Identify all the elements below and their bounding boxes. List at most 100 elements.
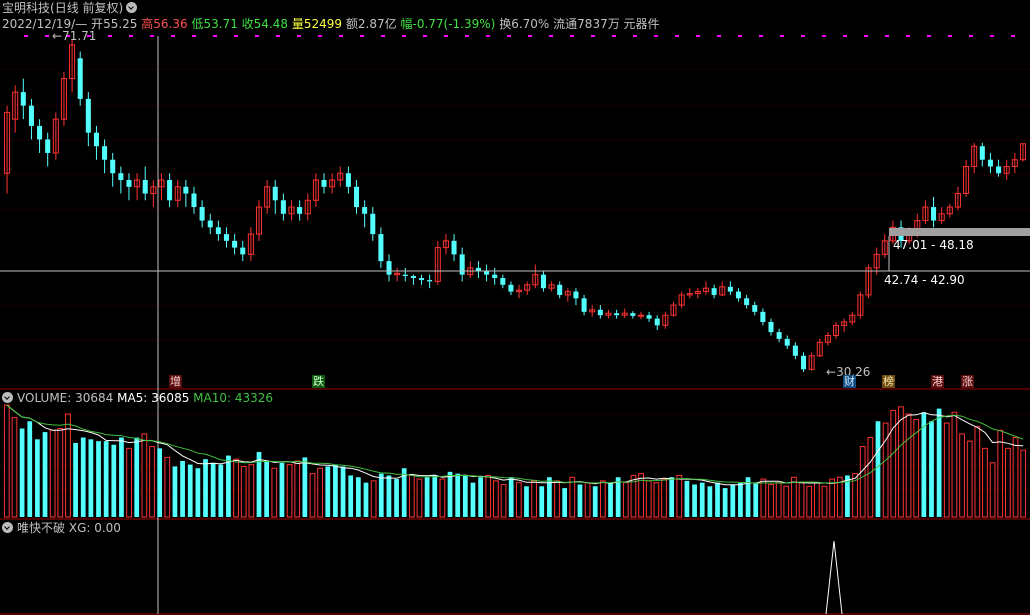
chevron-down-icon[interactable] bbox=[126, 2, 138, 13]
candle-body bbox=[979, 146, 985, 160]
badge-die[interactable]: 跌 bbox=[312, 375, 325, 388]
candle-body bbox=[85, 98, 91, 133]
candle-body bbox=[191, 193, 197, 208]
candle-body bbox=[232, 240, 238, 248]
high-value: 56.36 bbox=[153, 17, 188, 31]
magenta-marker bbox=[906, 35, 910, 37]
sector-label[interactable]: 元器件 bbox=[624, 17, 660, 31]
volume-bar bbox=[493, 480, 499, 518]
zone-lower-label: 42.74 - 42.90 bbox=[884, 273, 965, 287]
xg-signal-line bbox=[825, 540, 843, 615]
magenta-marker bbox=[885, 35, 889, 37]
volume-bar bbox=[164, 456, 171, 518]
badge-gang[interactable]: 港 bbox=[931, 375, 944, 388]
magenta-marker bbox=[234, 35, 238, 37]
stock-name[interactable]: 宝明科技 bbox=[2, 1, 50, 15]
magenta-marker bbox=[444, 35, 448, 37]
magenta-marker bbox=[969, 35, 973, 37]
volume-bar bbox=[19, 428, 25, 517]
high-marker-value: 71.71 bbox=[62, 29, 97, 43]
volume-bar bbox=[378, 473, 384, 517]
volume-bar bbox=[829, 478, 836, 518]
magenta-marker bbox=[654, 35, 658, 37]
volume-bar bbox=[141, 433, 148, 518]
candle-body bbox=[297, 207, 303, 214]
magenta-marker bbox=[759, 35, 763, 37]
candle-body bbox=[760, 311, 766, 322]
badge-cai[interactable]: 财 bbox=[843, 375, 856, 388]
stock-chart[interactable] bbox=[0, 0, 1030, 615]
indicator-panel-header: 唯快不破 XG: 0.00 bbox=[2, 520, 121, 536]
volume-bar bbox=[485, 474, 492, 518]
candle-body bbox=[792, 345, 798, 356]
chevron-down-icon[interactable] bbox=[2, 522, 13, 533]
candle-body bbox=[45, 139, 51, 153]
candle-body bbox=[654, 318, 660, 326]
open-value: 55.25 bbox=[103, 17, 138, 31]
candle-body bbox=[207, 220, 213, 228]
candle-body bbox=[272, 186, 278, 201]
candle-body bbox=[28, 105, 34, 126]
ohlc-bar: 2022/12/19/— 开55.25 高56.36 低53.71 收54.48… bbox=[2, 16, 660, 32]
candle-body bbox=[345, 173, 351, 187]
magenta-marker bbox=[465, 35, 469, 37]
candle-body bbox=[20, 92, 26, 106]
volume-bar bbox=[348, 475, 354, 517]
turnover-value: 6.70% bbox=[511, 17, 550, 31]
magenta-marker bbox=[696, 35, 700, 37]
volume-bar bbox=[103, 441, 109, 517]
volume-title[interactable]: VOLUME: 30684 bbox=[17, 391, 113, 405]
magenta-marker bbox=[612, 35, 616, 37]
volume-bar bbox=[424, 477, 430, 517]
volume-bar bbox=[203, 459, 208, 517]
volume-bar bbox=[248, 464, 255, 518]
volume-bar bbox=[149, 446, 155, 518]
volume-bar bbox=[615, 477, 621, 517]
volume-bar bbox=[447, 471, 453, 517]
volume-bar bbox=[592, 486, 598, 517]
volume-bar bbox=[432, 475, 438, 517]
magenta-marker bbox=[990, 35, 994, 37]
indicator-title[interactable]: 唯快不破 bbox=[17, 521, 65, 535]
candle-body bbox=[484, 271, 490, 275]
volume-bar bbox=[753, 482, 759, 517]
volume-bar bbox=[707, 486, 713, 517]
badge-bang[interactable]: 榜 bbox=[882, 375, 895, 388]
candle-body bbox=[223, 234, 230, 241]
candle-body bbox=[744, 298, 750, 306]
magenta-marker bbox=[213, 35, 217, 37]
volume-bar bbox=[394, 479, 399, 517]
magenta-marker bbox=[171, 35, 175, 37]
chevron-down-icon[interactable] bbox=[2, 392, 13, 403]
magenta-marker bbox=[24, 35, 28, 37]
candle-body bbox=[118, 173, 124, 181]
volume-bar bbox=[699, 482, 705, 517]
volume-bar bbox=[240, 465, 247, 518]
volume-bar bbox=[408, 474, 415, 518]
magenta-marker bbox=[381, 35, 385, 37]
volume-bar bbox=[645, 480, 652, 518]
volume-bar bbox=[859, 446, 866, 518]
candle-body bbox=[110, 159, 116, 174]
badge-zeng[interactable]: 增 bbox=[169, 375, 182, 388]
candle-body bbox=[500, 278, 506, 285]
volume-bar bbox=[218, 464, 224, 517]
volume-bar bbox=[111, 444, 117, 517]
period-label[interactable]: (日线 前复权) bbox=[50, 1, 123, 15]
volume-bar bbox=[943, 422, 950, 518]
candle-body bbox=[768, 321, 774, 333]
volume-bar bbox=[608, 482, 613, 517]
magenta-marker bbox=[150, 35, 154, 37]
candle-body bbox=[362, 207, 368, 214]
volume-bar bbox=[738, 482, 743, 517]
amount-value: 2.87亿 bbox=[357, 17, 397, 31]
magenta-marker bbox=[528, 35, 532, 37]
change-label: 幅 bbox=[400, 17, 413, 31]
volume-bar bbox=[88, 439, 94, 517]
magenta-marker bbox=[192, 35, 196, 37]
high-label: 高 bbox=[141, 17, 154, 31]
badge-zhang[interactable]: 涨 bbox=[961, 375, 974, 388]
volume-bar bbox=[57, 427, 64, 518]
volume-bar bbox=[600, 480, 606, 518]
volume-bar bbox=[210, 462, 216, 517]
